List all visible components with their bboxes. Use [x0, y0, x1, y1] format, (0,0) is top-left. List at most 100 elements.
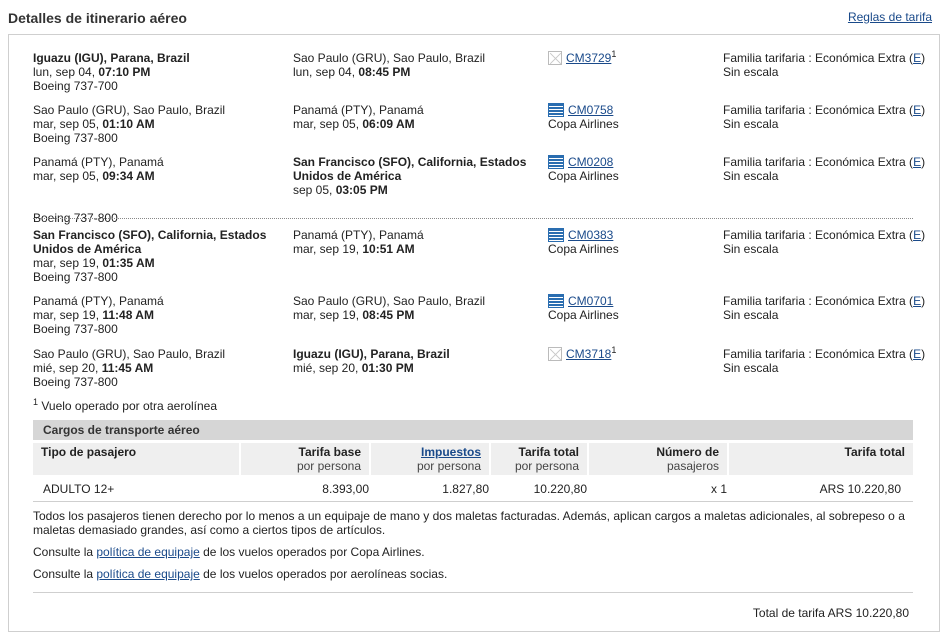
- column-label: Tarifa total: [844, 445, 905, 459]
- departure-place: Panamá (PTY), Panamá: [33, 294, 164, 308]
- copa-baggage-policy-link[interactable]: política de equipaje: [96, 545, 199, 559]
- fare-code-link[interactable]: E: [913, 228, 921, 242]
- flight-number-link[interactable]: CM0701: [568, 294, 613, 308]
- fare-code-link[interactable]: E: [913, 294, 921, 308]
- partner-baggage-note: Consulte la política de equipaje de los …: [33, 567, 913, 581]
- num-passengers-cell: x 1: [710, 482, 727, 496]
- arrival-date: sep 05,: [293, 183, 336, 197]
- stops-label: Sin escala: [723, 361, 779, 375]
- copa-airlines-logo-icon: [548, 294, 564, 308]
- arrival-time: 10:51 AM: [362, 242, 415, 256]
- fare-close: ): [921, 155, 926, 169]
- fare-code-link[interactable]: E: [913, 347, 921, 361]
- arrival-datetime: sep 05, 03:05 PM: [293, 183, 538, 197]
- arrival-info: Sao Paulo (GRU), Sao Paulo, Brazil mar, …: [293, 294, 538, 322]
- arrival-date: mar, sep 19,: [293, 308, 363, 322]
- arrival-place: Sao Paulo (GRU), Sao Paulo, Brazil: [293, 294, 486, 308]
- arrival-datetime: mar, sep 19, 10:51 AM: [293, 242, 538, 256]
- flight-info: CM0701 Copa Airlines: [548, 294, 698, 322]
- departure-info: San Francisco (SFO), California, Estados…: [33, 228, 283, 284]
- aircraft-type: Boeing 737-800: [33, 131, 118, 145]
- aircraft-type: Boeing 737-800: [33, 322, 118, 336]
- departure-datetime: lun, sep 04, 07:10 PM: [33, 65, 283, 79]
- fare-info: Familia tarifaria : Económica Extra (E) …: [723, 51, 933, 79]
- arrival-info: Panamá (PTY), Panamá mar, sep 05, 06:09 …: [293, 103, 538, 131]
- fare-info: Familia tarifaria : Económica Extra (E) …: [723, 155, 933, 183]
- itinerary-panel: Iguazu (IGU), Parana, Brazil lun, sep 04…: [8, 34, 940, 632]
- departure-datetime: mar, sep 05, 09:34 AM: [33, 169, 283, 183]
- arrival-info: Iguazu (IGU), Parana, Brazil mié, sep 20…: [293, 347, 538, 375]
- fare-code-link[interactable]: E: [913, 103, 921, 117]
- column-sublabel: por persona: [514, 459, 579, 473]
- column-header-passenger-type: Tipo de pasajero: [33, 443, 239, 475]
- fare-family: Familia tarifaria : Económica Extra (: [723, 155, 914, 169]
- flight-info: CM37291: [548, 49, 698, 65]
- flight-info: CM0208 Copa Airlines: [548, 155, 698, 183]
- fare-info: Familia tarifaria : Económica Extra (E) …: [723, 347, 933, 375]
- fare-rules-link[interactable]: Reglas de tarifa: [848, 10, 932, 24]
- departure-time: 07:10 PM: [98, 65, 151, 79]
- stops-label: Sin escala: [723, 169, 779, 183]
- column-sublabel: por persona: [416, 459, 481, 473]
- column-label: Tarifa base: [298, 445, 361, 459]
- partner-baggage-policy-link[interactable]: política de equipaje: [96, 567, 199, 581]
- airline-name: Copa Airlines: [548, 169, 619, 183]
- fare-close: ): [921, 228, 926, 242]
- arrival-place: Panamá (PTY), Panamá: [293, 228, 424, 242]
- taxes-link[interactable]: Impuestos: [421, 445, 481, 459]
- copa-airlines-logo-icon: [548, 228, 564, 242]
- column-label: Número de: [656, 445, 719, 459]
- fare-code-link[interactable]: E: [913, 51, 921, 65]
- departure-date: lun, sep 04,: [33, 65, 99, 79]
- column-header-num-passengers: Número de pasajeros: [589, 443, 727, 475]
- column-header-base-fare: Tarifa base por persona: [241, 443, 369, 475]
- stops-label: Sin escala: [723, 242, 779, 256]
- fare-info: Familia tarifaria : Económica Extra (E) …: [723, 228, 933, 256]
- baggage-notes: Todos los pasajeros tienen derecho por l…: [33, 509, 913, 589]
- departure-info: Sao Paulo (GRU), Sao Paulo, Brazil mar, …: [33, 103, 283, 145]
- column-sublabel: pasajeros: [666, 459, 719, 473]
- flight-number-link[interactable]: CM0208: [568, 155, 613, 169]
- flight-number-link[interactable]: CM3729: [566, 51, 611, 65]
- fare-family: Familia tarifaria : Económica Extra (: [723, 294, 914, 308]
- departure-datetime: mar, sep 05, 01:10 AM: [33, 117, 283, 131]
- note-suffix: de los vuelos operados por aerolíneas so…: [199, 567, 448, 581]
- page-header: Detalles de itinerario aéreo Reglas de t…: [0, 0, 948, 34]
- flight-number-link[interactable]: CM0758: [568, 103, 613, 117]
- total-fare-cell: 10.220,80: [533, 482, 587, 496]
- arrival-time: 06:09 AM: [362, 117, 415, 131]
- departure-time: 01:10 AM: [102, 117, 155, 131]
- fare-info: Familia tarifaria : Económica Extra (E) …: [723, 103, 933, 131]
- airline-name: Copa Airlines: [548, 117, 619, 131]
- fare-close: ): [921, 51, 926, 65]
- arrival-time: 08:45 PM: [362, 308, 415, 322]
- column-header-fare-total: Tarifa total: [729, 443, 913, 475]
- arrival-place: Iguazu (IGU), Parana, Brazil: [293, 347, 450, 361]
- departure-info: Sao Paulo (GRU), Sao Paulo, Brazil mié, …: [33, 347, 283, 389]
- footnote-mark: 1: [611, 49, 617, 59]
- aircraft-type: Boeing 737-700: [33, 79, 118, 93]
- note-suffix: de los vuelos operados por Copa Airlines…: [199, 545, 425, 559]
- departure-date: mar, sep 05,: [33, 169, 103, 183]
- fare-family: Familia tarifaria : Económica Extra (: [723, 228, 914, 242]
- flight-number-link[interactable]: CM3718: [566, 347, 611, 361]
- outbound-return-divider: [33, 218, 913, 219]
- departure-datetime: mar, sep 19, 01:35 AM: [33, 256, 283, 270]
- footnote-mark: 1: [611, 345, 617, 355]
- fare-info: Familia tarifaria : Económica Extra (E) …: [723, 294, 933, 322]
- fare-family: Familia tarifaria : Económica Extra (: [723, 347, 914, 361]
- airline-name: Copa Airlines: [548, 308, 619, 322]
- departure-date: mar, sep 19,: [33, 256, 103, 270]
- aircraft-type: Boeing 737-800: [33, 270, 118, 284]
- arrival-time: 08:45 PM: [358, 65, 411, 79]
- taxes-cell: 1.827,80: [442, 482, 489, 496]
- fare-family: Familia tarifaria : Económica Extra (: [723, 51, 914, 65]
- fare-close: ): [921, 294, 926, 308]
- arrival-datetime: mié, sep 20, 01:30 PM: [293, 361, 538, 375]
- flight-number-link[interactable]: CM0383: [568, 228, 613, 242]
- fare-code-link[interactable]: E: [913, 155, 921, 169]
- fare-total-cell: ARS 10.220,80: [819, 482, 901, 496]
- arrival-place: San Francisco (SFO), California, Estados…: [293, 155, 527, 183]
- arrival-datetime: mar, sep 19, 08:45 PM: [293, 308, 538, 322]
- arrival-time: 03:05 PM: [335, 183, 388, 197]
